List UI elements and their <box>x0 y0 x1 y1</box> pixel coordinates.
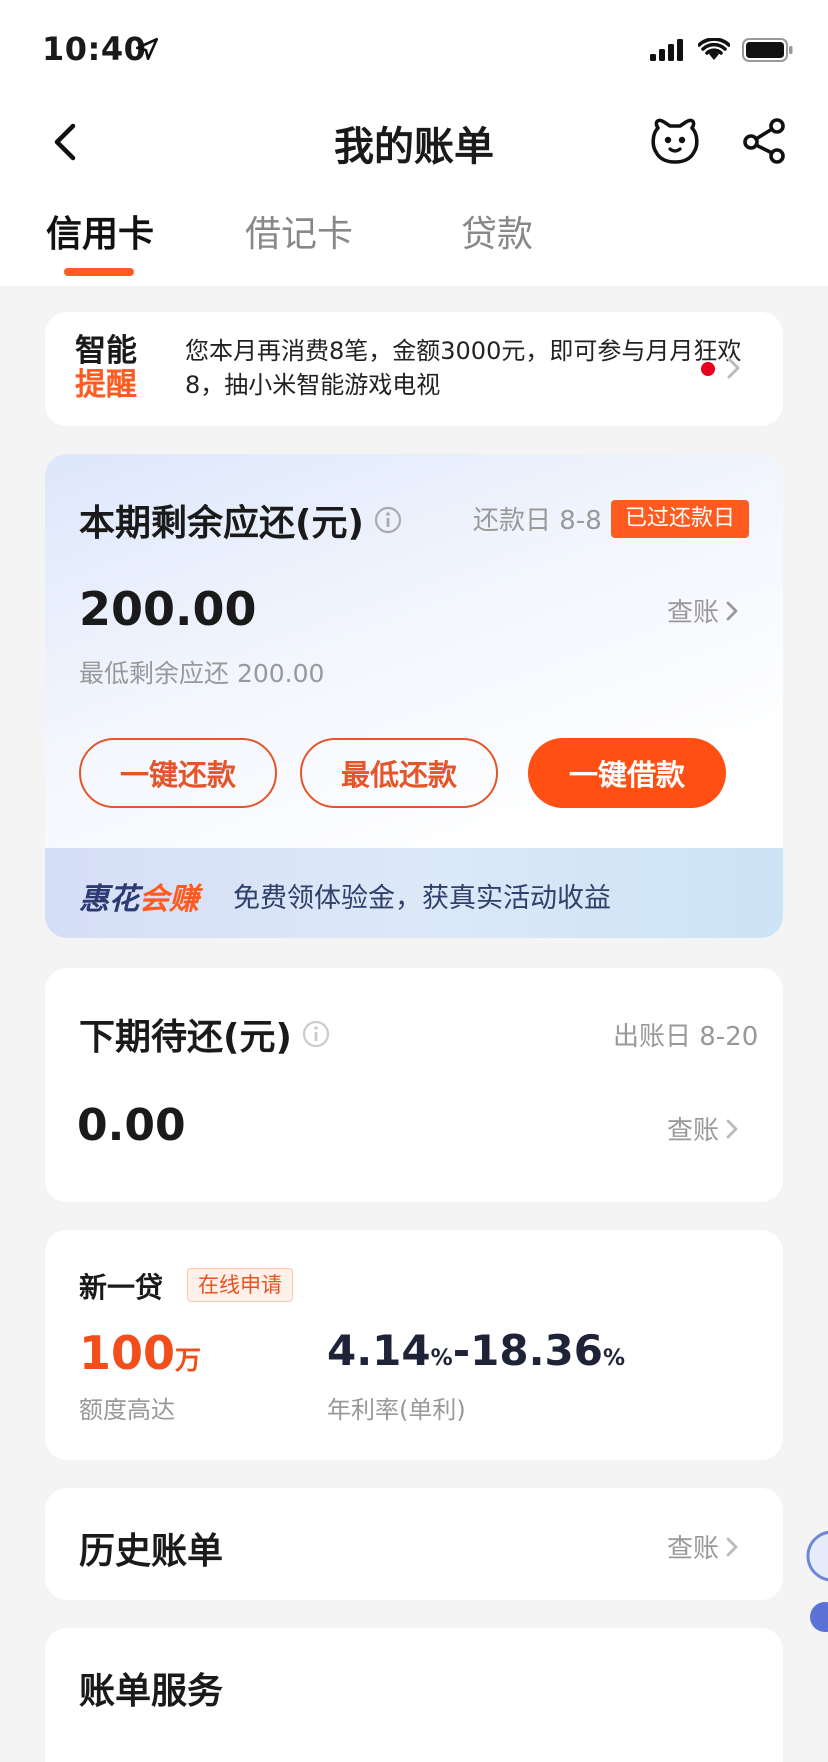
bill-services-label: 账单服务 <box>79 1671 224 1712</box>
reminder-logo-line2: 提醒 <box>75 367 137 403</box>
loan-rate-unit-low: % <box>430 1346 453 1371</box>
status-time: 10:40 <box>42 30 147 68</box>
current-bill-label-row: 本期剩余应还(元) <box>79 494 402 546</box>
tab-debit-card[interactable]: 借记卡 <box>245 205 353 257</box>
chevron-right-icon <box>726 1119 738 1138</box>
location-arrow-icon <box>135 37 159 61</box>
status-indicators <box>650 38 794 62</box>
next-bill-label: 下期待还(元) <box>79 1017 292 1058</box>
loan-offer-card[interactable]: 新一贷 在线申请 100万 额度高达 4.14%-18.36% 年利率(单利) <box>45 1230 783 1460</box>
reminder-text: 您本月再消费8笔，金额3000元，即可参与月月狂欢8，抽小米智能游戏电视 <box>185 337 742 399</box>
page-title: 我的账单 <box>334 124 494 170</box>
tab-credit-card[interactable]: 信用卡 <box>46 205 154 257</box>
chevron-right-icon <box>727 357 740 379</box>
repay-all-button[interactable]: 一键还款 <box>79 738 277 808</box>
next-bill-label-row: 下期待还(元) <box>79 1008 330 1060</box>
chevron-right-icon <box>726 601 738 620</box>
huihua-logo-part2: 会赚 <box>139 882 199 917</box>
history-bills-card[interactable]: 历史账单 查账 <box>45 1488 783 1600</box>
huihua-promo-banner[interactable]: 惠花会赚 免费领体验金，获真实活动收益 <box>45 848 783 938</box>
loan-rate: 4.14%-18.36% <box>327 1326 625 1375</box>
loan-limit-value: 100 <box>79 1326 176 1380</box>
unread-dot <box>701 362 715 376</box>
history-bills-label: 历史账单 <box>79 1531 224 1572</box>
view-history-link[interactable]: 查账 <box>667 1528 739 1565</box>
minimum-repay-button[interactable]: 最低还款 <box>300 738 498 808</box>
apply-online-badge[interactable]: 在线申请 <box>187 1268 293 1302</box>
huihua-logo: 惠花会赚 <box>79 874 199 918</box>
loan-limit-unit: 万 <box>175 1346 202 1376</box>
view-next-bill-label: 查账 <box>667 1116 720 1146</box>
loan-rate-label: 年利率(单利) <box>327 1396 466 1424</box>
repayment-date: 还款日 8-8 <box>473 506 602 536</box>
statement-date: 出账日 8-20 <box>613 1022 759 1052</box>
wifi-icon <box>698 38 730 60</box>
huihua-logo-part1: 惠花 <box>79 882 139 917</box>
info-icon[interactable] <box>374 506 402 534</box>
minimum-repayment: 最低剩余应还 200.00 <box>79 659 325 688</box>
current-bill-card: 本期剩余应还(元) 还款日 8-8 已过还款日 200.00 查账 最低剩余应还… <box>45 454 783 938</box>
floating-assistant-icon[interactable] <box>804 1528 828 1638</box>
loan-limit-label: 额度高达 <box>79 1396 175 1424</box>
chevron-right-icon <box>726 1537 738 1556</box>
info-icon[interactable] <box>302 1020 330 1048</box>
next-bill-amount: 0.00 <box>77 1100 186 1151</box>
current-bill-amount: 200.00 <box>79 582 257 636</box>
share-icon[interactable] <box>740 116 790 166</box>
smart-reminder-logo: 智能 提醒 <box>75 334 149 402</box>
view-bill-label: 查账 <box>667 598 720 628</box>
status-bar: 10:40 <box>0 0 828 96</box>
nav-bar: 我的账单 <box>0 96 828 186</box>
loan-rate-unit-high: % <box>602 1346 626 1371</box>
view-next-bill-link[interactable]: 查账 <box>667 1110 739 1147</box>
bill-services-card: 账单服务 <box>45 1628 783 1762</box>
view-history-label: 查账 <box>667 1534 720 1564</box>
loan-rate-separator: - <box>452 1326 471 1375</box>
reminder-logo-line1: 智能 <box>75 333 137 369</box>
header-area: 10:40 我的账单 信用卡 借记卡 贷款 <box>0 0 828 286</box>
loan-limit: 100万 <box>79 1326 201 1380</box>
active-tab-indicator <box>64 268 134 276</box>
tab-bar: 信用卡 借记卡 贷款 <box>0 205 828 285</box>
assistant-robot-icon[interactable] <box>648 116 702 166</box>
next-bill-card: 下期待还(元) 出账日 8-20 0.00 查账 <box>45 968 783 1202</box>
signal-icon <box>650 39 683 61</box>
smart-reminder-card[interactable]: 智能 提醒 您本月再消费8笔，金额3000元，即可参与月月狂欢8，抽小米智能游戏… <box>45 312 783 426</box>
loan-rate-high: 18.36 <box>470 1326 603 1375</box>
quick-borrow-button[interactable]: 一键借款 <box>528 738 726 808</box>
loan-rate-low: 4.14 <box>327 1326 431 1375</box>
battery-icon <box>742 38 793 62</box>
tab-loan[interactable]: 贷款 <box>461 205 533 257</box>
view-bill-link[interactable]: 查账 <box>667 592 739 629</box>
loan-product-name: 新一贷 <box>79 1271 164 1304</box>
overdue-badge: 已过还款日 <box>611 500 750 538</box>
current-bill-label: 本期剩余应还(元) <box>79 503 364 544</box>
huihua-promo-text: 免费领体验金，获真实活动收益 <box>233 883 611 914</box>
